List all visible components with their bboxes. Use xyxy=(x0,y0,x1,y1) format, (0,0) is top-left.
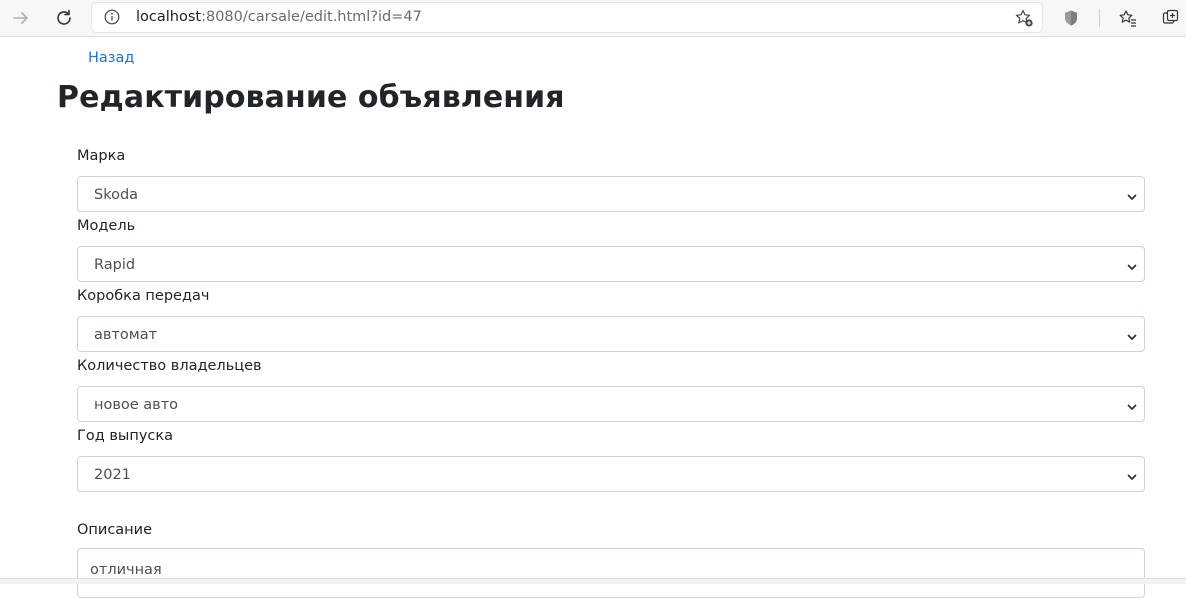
gearbox-select-value: автомат xyxy=(94,327,158,343)
owners-select[interactable]: новое авто xyxy=(77,386,1145,422)
url-path: :8080/carsale/edit.html?id=47 xyxy=(201,9,422,25)
year-label: Год выпуска xyxy=(77,428,174,444)
url-text[interactable]: localhost:8080/carsale/edit.html?id=47 xyxy=(136,8,422,26)
url-host: localhost xyxy=(136,9,202,25)
chevron-down-icon xyxy=(1126,188,1138,200)
model-label: Модель xyxy=(77,218,136,234)
favorite-add-icon[interactable] xyxy=(1014,8,1034,28)
model-select[interactable]: Rapid xyxy=(77,246,1145,282)
reload-icon[interactable] xyxy=(51,5,77,31)
address-bar[interactable]: localhost:8080/carsale/edit.html?id=47 xyxy=(92,3,1042,32)
back-link[interactable]: Назад xyxy=(88,48,134,68)
info-icon[interactable] xyxy=(104,9,120,25)
brand-select[interactable]: Skoda xyxy=(77,176,1145,212)
gearbox-select[interactable]: автомат xyxy=(77,316,1145,352)
page-title: Редактирование объявления xyxy=(57,80,565,115)
owners-select-value: новое авто xyxy=(94,397,179,413)
year-select-value: 2021 xyxy=(94,467,131,483)
forward-icon[interactable] xyxy=(8,5,34,31)
chevron-down-icon xyxy=(1126,468,1138,480)
chevron-down-icon xyxy=(1126,398,1138,410)
browser-toolbar: localhost:8080/carsale/edit.html?id=47 xyxy=(0,0,1186,37)
favorites-icon[interactable] xyxy=(1115,5,1141,31)
collections-icon[interactable] xyxy=(1158,5,1184,31)
brand-select-value: Skoda xyxy=(94,187,139,203)
toolbar-separator xyxy=(1099,9,1100,27)
owners-label: Количество владельцев xyxy=(77,358,262,374)
model-select-value: Rapid xyxy=(94,257,136,273)
description-label: Описание xyxy=(77,522,152,538)
shield-icon[interactable] xyxy=(1058,5,1084,31)
chevron-down-icon xyxy=(1126,328,1138,340)
brand-label: Марка xyxy=(77,148,126,164)
bottom-edge xyxy=(0,578,1186,584)
description-value: отличная xyxy=(90,562,162,578)
gearbox-label: Коробка передач xyxy=(77,288,210,304)
description-textarea[interactable]: отличная xyxy=(77,548,1145,598)
year-select[interactable]: 2021 xyxy=(77,456,1145,492)
chevron-down-icon xyxy=(1126,258,1138,270)
